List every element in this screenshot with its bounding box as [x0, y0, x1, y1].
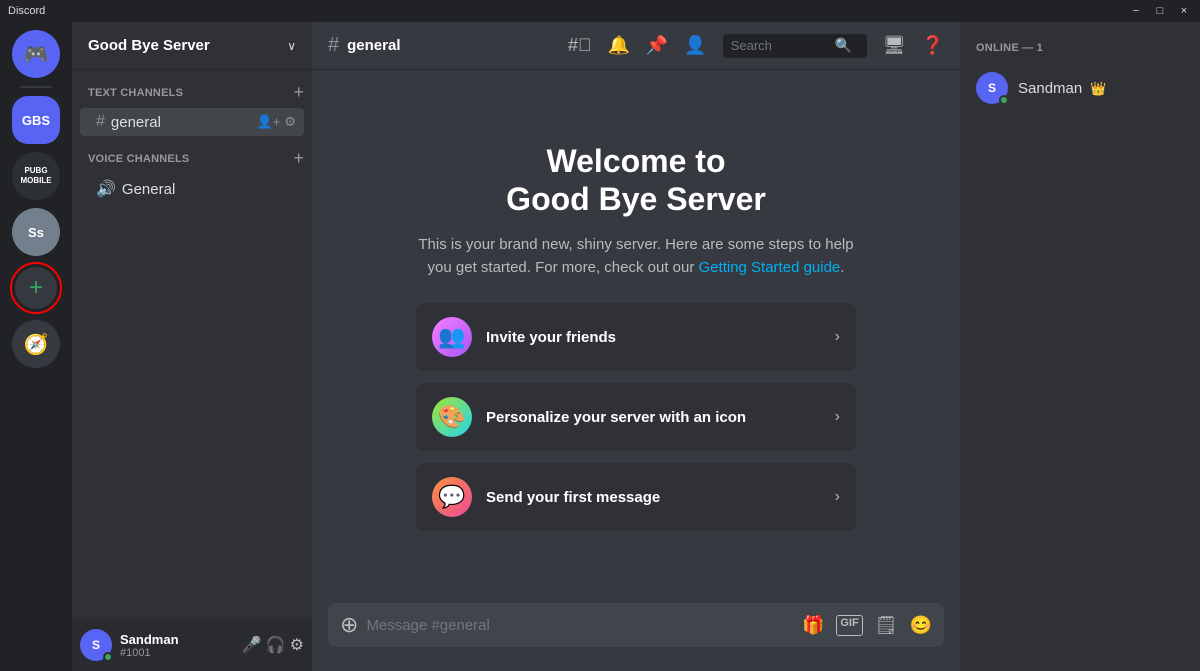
- notification-bell-icon[interactable]: 🔔: [607, 35, 629, 56]
- server-icon-gbs[interactable]: GBS: [12, 96, 60, 144]
- emoji-icon[interactable]: 😊: [910, 615, 932, 636]
- channel-sidebar: Good Bye Server ∨ TEXT CHANNELS + # gene…: [72, 22, 312, 671]
- chat-header: # general #⃣ 🔔 📌 👤 🔍 🖥 ❓: [312, 22, 960, 70]
- channel-list: TEXT CHANNELS + # general 👤+ ⚙ VOICE CHA…: [72, 70, 312, 619]
- message-input-area: ⊕ 🎁 GIF 🗒 😊: [312, 603, 960, 671]
- welcome-description: This is your brand new, shiny server. He…: [416, 234, 856, 279]
- channel-item-general-voice[interactable]: 🔊 General: [80, 174, 304, 204]
- gif-icon[interactable]: GIF: [836, 615, 862, 636]
- user-discriminator: #1001: [120, 647, 234, 659]
- personalize-label: Personalize your server with an icon: [486, 409, 821, 426]
- plus-icon: +: [29, 274, 43, 302]
- chat-header-actions: #⃣ 🔔 📌 👤 🔍 🖥 ❓: [568, 34, 944, 58]
- avatar[interactable]: S: [80, 629, 112, 661]
- voice-channels-category[interactable]: VOICE CHANNELS +: [72, 144, 312, 173]
- help-icon[interactable]: ❓: [922, 35, 944, 56]
- speaker-icon: 🔊: [96, 179, 116, 199]
- personalize-chevron-icon: ›: [835, 408, 840, 426]
- user-controls: 🎤 🎧 ⚙: [242, 635, 304, 655]
- channel-actions-general: 👤+ ⚙: [257, 114, 296, 130]
- hash-icon: #: [96, 113, 105, 131]
- text-channels-category[interactable]: TEXT CHANNELS +: [72, 78, 312, 107]
- server-icon-pubg[interactable]: PUBG MOBILE: [12, 152, 60, 200]
- gift-icon[interactable]: 🎁: [802, 615, 824, 636]
- members-icon[interactable]: 👤: [684, 35, 706, 56]
- channel-name-general: general: [111, 114, 251, 131]
- close-button[interactable]: ×: [1176, 5, 1192, 17]
- voice-channels-label: VOICE CHANNELS: [88, 153, 189, 165]
- online-status-dot: [103, 652, 113, 662]
- add-text-channel-icon[interactable]: +: [293, 82, 304, 103]
- channel-hash-icon: #: [328, 34, 339, 57]
- mute-microphone-icon[interactable]: 🎤: [242, 635, 262, 655]
- threads-icon[interactable]: #⃣: [568, 35, 592, 56]
- send-first-message-card[interactable]: 💬 Send your first message ›: [416, 463, 856, 531]
- search-icon: 🔍: [835, 37, 852, 54]
- search-box[interactable]: 🔍: [723, 34, 867, 58]
- main-chat-area: # general #⃣ 🔔 📌 👤 🔍 🖥 ❓ Welcome to: [312, 22, 960, 671]
- invite-friends-label: Invite your friends: [486, 329, 821, 346]
- user-invite-icon[interactable]: 👤+: [257, 114, 281, 130]
- user-settings-icon[interactable]: ⚙: [290, 635, 304, 655]
- member-avatar-sandman: S: [976, 72, 1008, 104]
- invite-chevron-icon: ›: [835, 328, 840, 346]
- app-body: 🎮 GBS PUBG MOBILE Ss + 🧭 Good Bye Server…: [0, 22, 1200, 671]
- message-chevron-icon: ›: [835, 488, 840, 506]
- server-header[interactable]: Good Bye Server ∨: [72, 22, 312, 70]
- text-channels-label: TEXT CHANNELS: [88, 87, 183, 99]
- action-cards: 👥 Invite your friends › 🎨 Personalize yo…: [416, 303, 856, 531]
- attach-file-icon[interactable]: ⊕: [340, 612, 358, 638]
- welcome-title: Welcome to Good Bye Server: [416, 142, 856, 219]
- personalize-server-card[interactable]: 🎨 Personalize your server with an icon ›: [416, 383, 856, 451]
- online-members-label: ONLINE — 1: [968, 38, 1192, 58]
- user-area: S Sandman #1001 🎤 🎧 ⚙: [72, 619, 312, 671]
- pin-icon[interactable]: 📌: [646, 35, 668, 56]
- message-input[interactable]: [366, 617, 794, 634]
- server-icon-ss[interactable]: Ss: [12, 208, 60, 256]
- add-server-button[interactable]: +: [12, 264, 60, 312]
- settings-icon[interactable]: ⚙: [284, 114, 296, 130]
- crown-icon: 👑: [1090, 81, 1106, 96]
- member-item-sandman[interactable]: S Sandman 👑: [968, 66, 1192, 110]
- deafen-headphones-icon[interactable]: 🎧: [266, 635, 286, 655]
- chat-channel-name: general: [347, 37, 560, 54]
- send-message-label: Send your first message: [486, 489, 821, 506]
- channel-item-general[interactable]: # general 👤+ ⚙: [80, 108, 304, 136]
- message-input-box: ⊕ 🎁 GIF 🗒 😊: [328, 603, 944, 647]
- window-controls: − □ ×: [1128, 5, 1192, 17]
- explore-servers-button[interactable]: 🧭: [12, 320, 60, 368]
- server-list: 🎮 GBS PUBG MOBILE Ss + 🧭: [0, 22, 72, 671]
- server-name: Good Bye Server: [88, 37, 210, 54]
- search-input[interactable]: [731, 38, 831, 53]
- inbox-icon[interactable]: 🖥: [883, 35, 906, 56]
- member-name-sandman: Sandman 👑: [1018, 80, 1107, 97]
- maximize-button[interactable]: □: [1152, 5, 1168, 17]
- sticker-icon[interactable]: 🗒: [875, 615, 898, 636]
- user-info: Sandman #1001: [120, 632, 234, 659]
- compass-icon: 🧭: [24, 332, 49, 357]
- message-icon: 💬: [432, 477, 472, 517]
- personalize-icon: 🎨: [432, 397, 472, 437]
- welcome-container: Welcome to Good Bye Server This is your …: [416, 142, 856, 532]
- username: Sandman: [120, 632, 234, 647]
- member-online-dot: [999, 95, 1009, 105]
- chevron-down-icon: ∨: [287, 39, 296, 53]
- members-sidebar: ONLINE — 1 S Sandman 👑: [960, 22, 1200, 671]
- titlebar: Discord − □ ×: [0, 0, 1200, 22]
- server-separator: [20, 86, 52, 88]
- invite-friends-icon: 👥: [432, 317, 472, 357]
- home-server-icon[interactable]: 🎮: [12, 30, 60, 78]
- message-input-actions: 🎁 GIF 🗒 😊: [802, 615, 932, 636]
- minimize-button[interactable]: −: [1128, 5, 1144, 17]
- add-voice-channel-icon[interactable]: +: [293, 148, 304, 169]
- invite-friends-card[interactable]: 👥 Invite your friends ›: [416, 303, 856, 371]
- channel-name-voice-general: General: [122, 181, 296, 198]
- getting-started-link[interactable]: Getting Started guide: [699, 259, 841, 276]
- chat-content: Welcome to Good Bye Server This is your …: [312, 70, 960, 603]
- app-title: Discord: [8, 5, 45, 17]
